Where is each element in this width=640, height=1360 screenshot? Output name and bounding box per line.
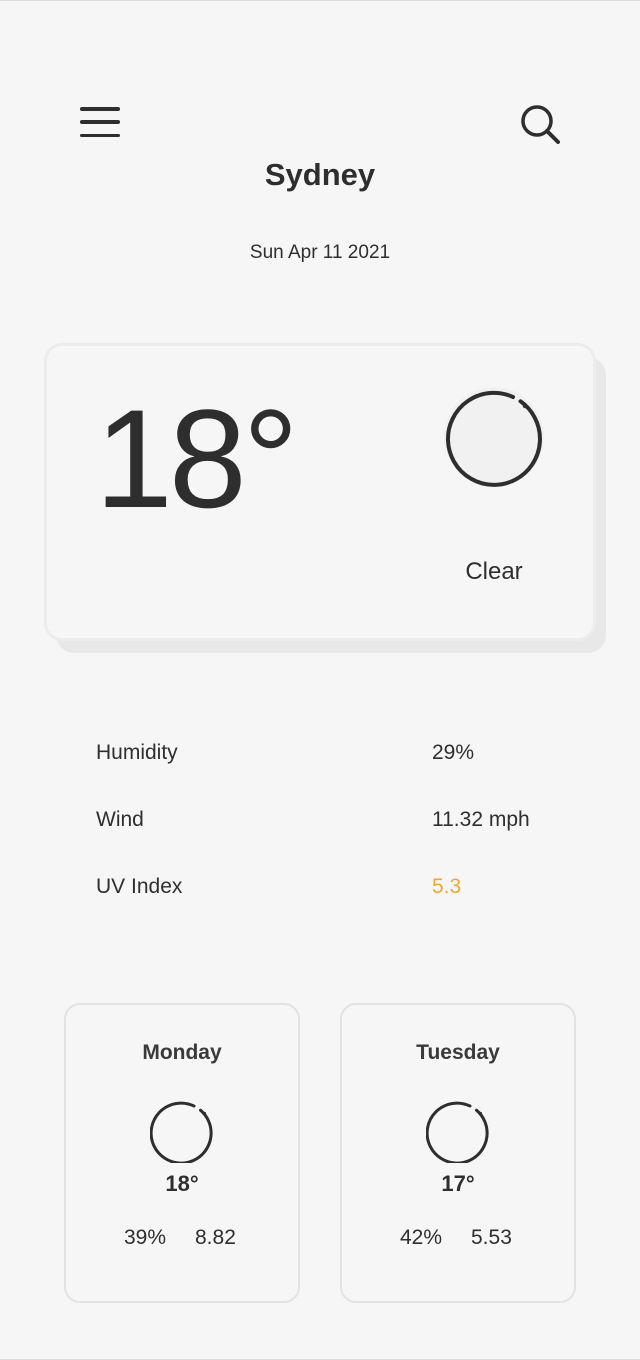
humidity-value: 29% — [432, 741, 475, 764]
forecast-temperature: 17° — [441, 1171, 475, 1196]
uv-index-row: UV Index 5.3 — [96, 873, 556, 940]
forecast-card-tuesday[interactable]: Tuesday 17° 42% 5.53 — [340, 1003, 576, 1303]
uv-index-value: 5.3 — [432, 875, 462, 898]
uv-index-label: UV Index — [96, 875, 183, 898]
forecast-day: Monday — [142, 1041, 222, 1064]
forecast-wind: 5.53 — [471, 1226, 512, 1249]
wind-value: 11.32 mph — [432, 808, 530, 831]
hamburger-menu-icon[interactable] — [80, 107, 120, 137]
humidity-row: Humidity 29% — [96, 739, 556, 806]
menu-line — [80, 107, 120, 111]
wind-row: Wind 11.32 mph — [96, 806, 556, 873]
current-temperature: 18° — [95, 380, 299, 537]
clear-sky-circle-icon — [150, 1101, 213, 1163]
weather-app: Sydney Sun Apr 11 2021 18° Clear Humidit… — [0, 0, 640, 1360]
current-condition: Clear — [465, 558, 523, 585]
weather-details: Humidity 29% Wind 11.32 mph UV Index 5.3 — [96, 739, 556, 940]
forecast-temperature: 18° — [165, 1171, 199, 1196]
current-date: Sun Apr 11 2021 — [249, 242, 391, 263]
wind-label: Wind — [96, 808, 144, 831]
forecast-humidity: 39% — [124, 1226, 167, 1249]
menu-line — [80, 120, 120, 124]
current-weather-card: 18° Clear — [44, 343, 596, 641]
search-icon[interactable] — [518, 102, 562, 146]
menu-line — [80, 133, 120, 137]
city-name: Sydney — [264, 157, 376, 192]
forecast-card-monday[interactable]: Monday 18° 39% 8.82 — [64, 1003, 300, 1303]
humidity-label: Humidity — [96, 741, 178, 764]
clear-sky-circle-icon — [426, 1101, 489, 1163]
forecast-day: Tuesday — [416, 1041, 500, 1064]
clear-sky-circle-icon — [444, 387, 544, 487]
forecast-wind: 8.82 — [195, 1226, 236, 1249]
forecast-humidity: 42% — [400, 1226, 443, 1249]
